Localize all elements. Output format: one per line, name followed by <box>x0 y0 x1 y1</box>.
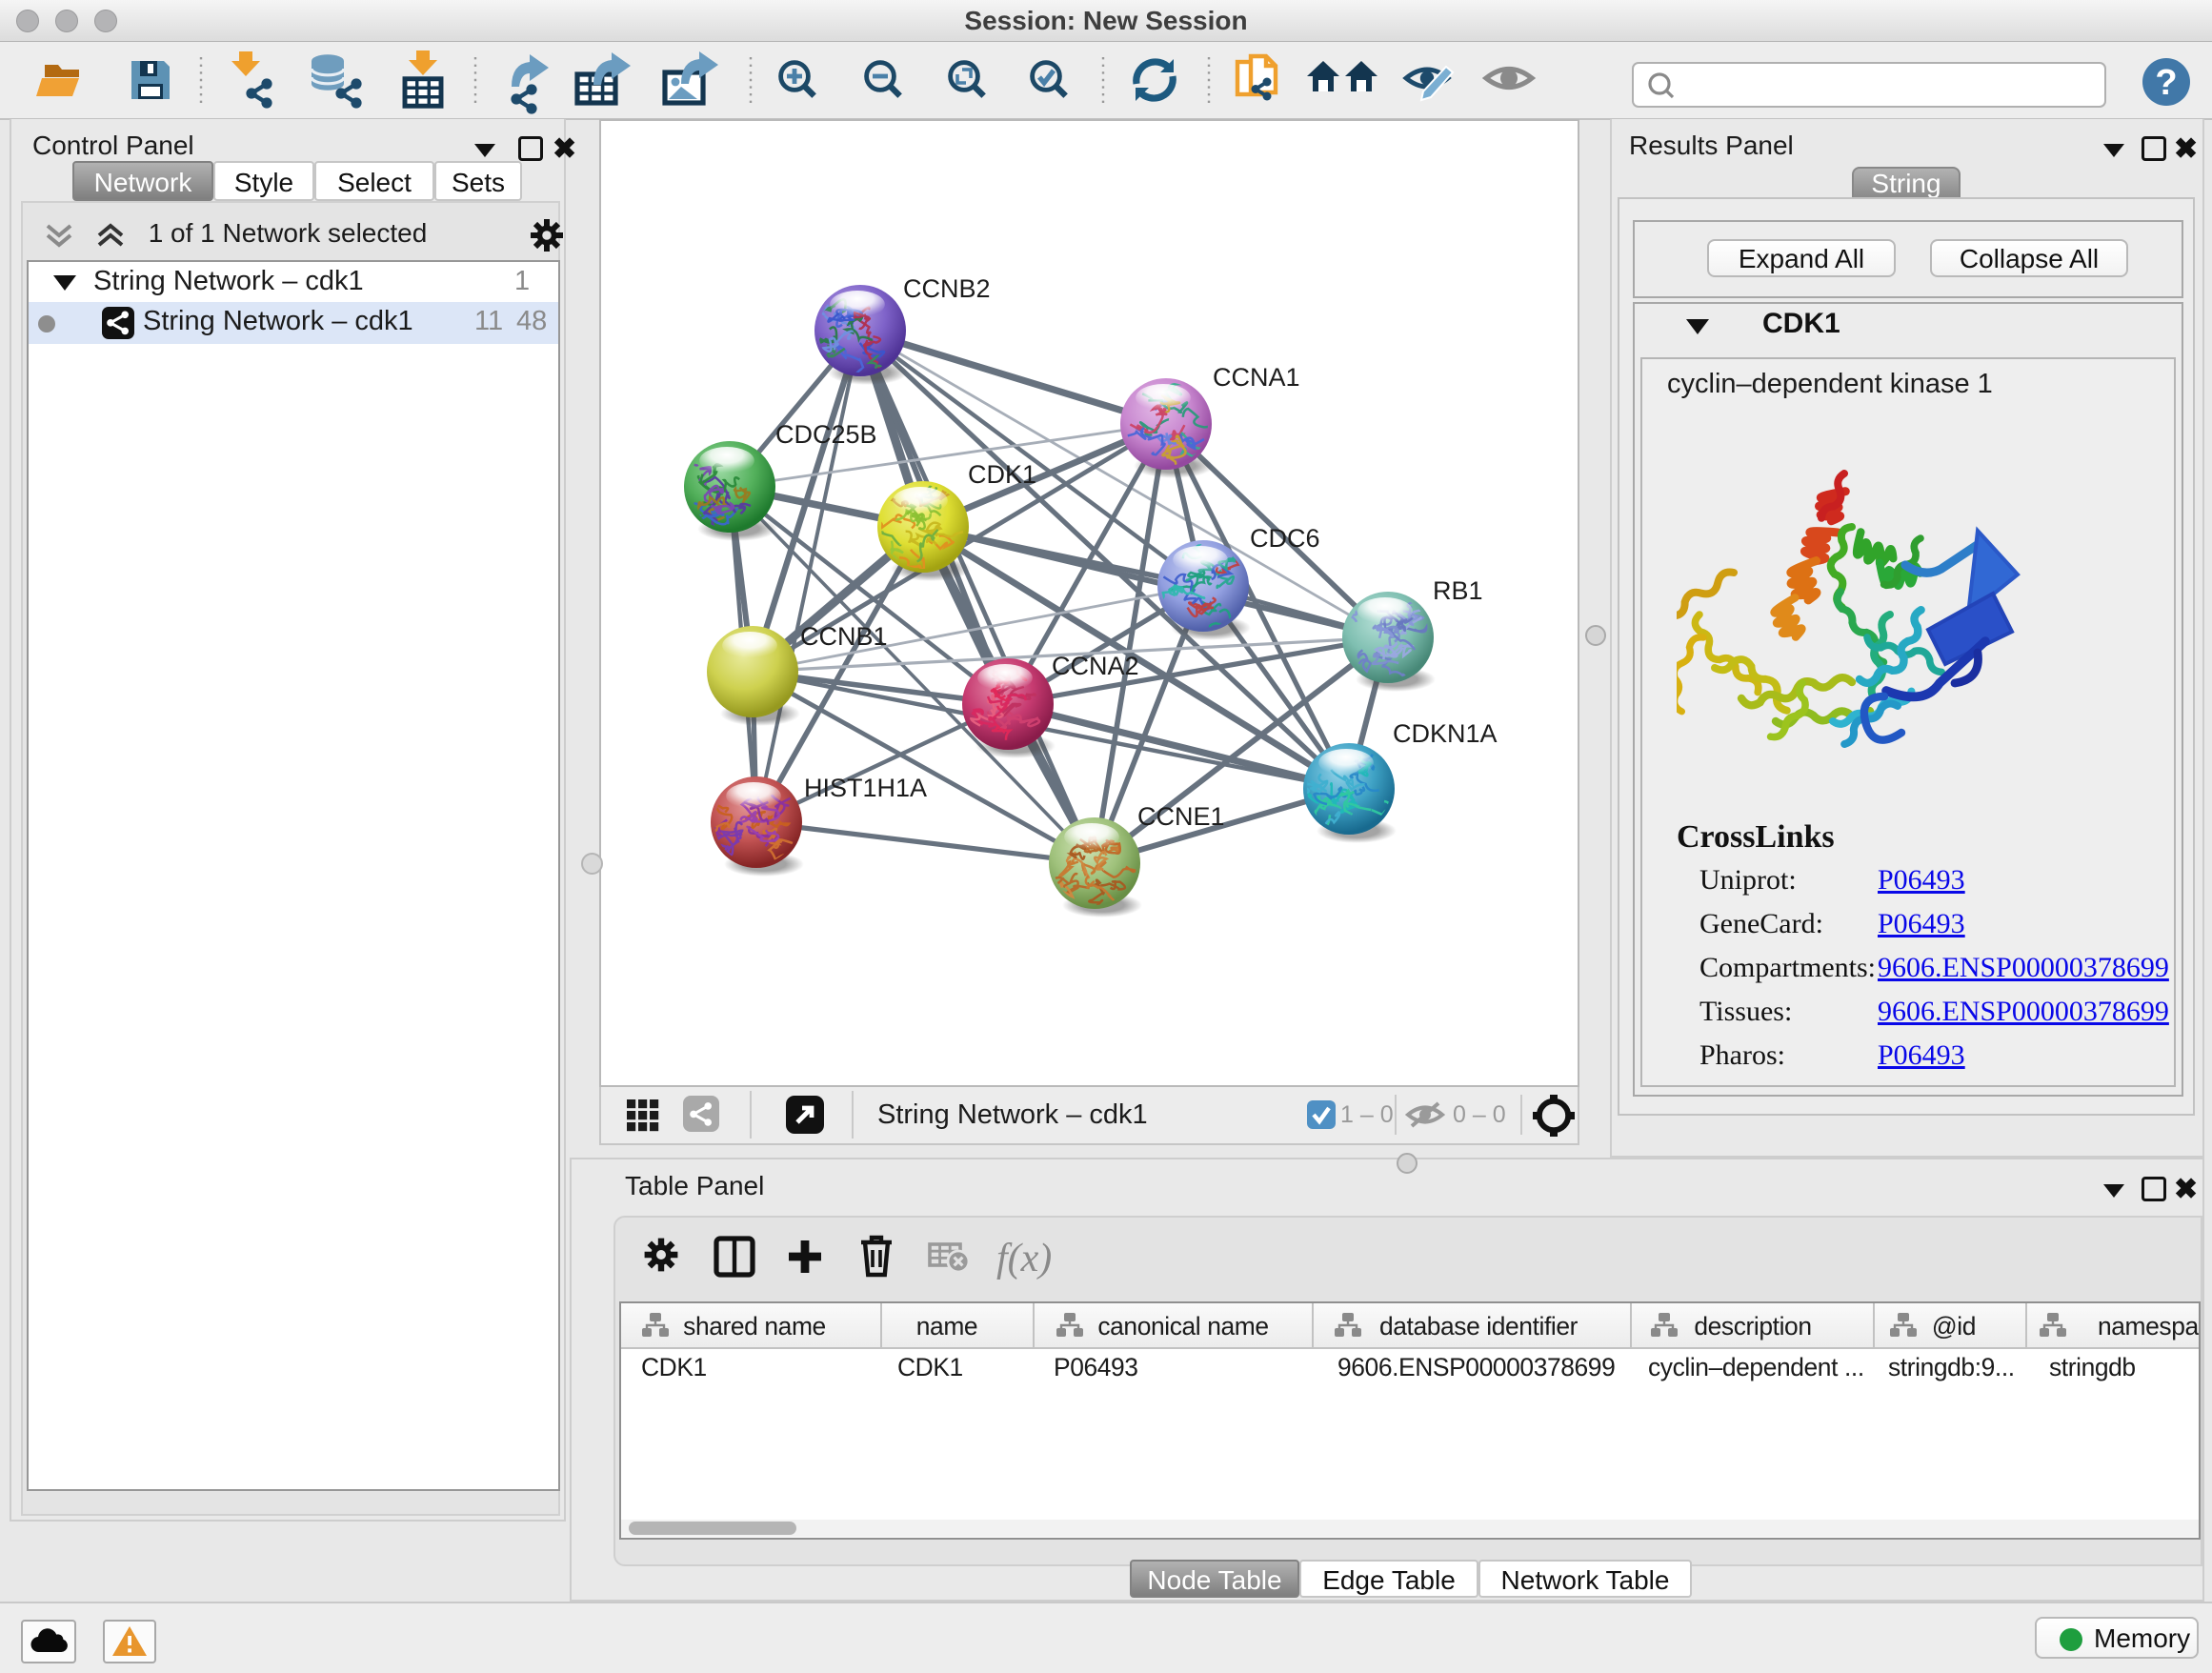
svg-text:CCNB1: CCNB1 <box>800 622 888 651</box>
svg-text:namespace: namespace <box>2098 1312 2201 1340</box>
svg-text:@id: @id <box>1932 1312 1976 1340</box>
svg-text:HIST1H1A: HIST1H1A <box>804 774 927 802</box>
svg-text:String Network – cdk1: String Network – cdk1 <box>877 1099 1148 1130</box>
svg-text:CDK1: CDK1 <box>968 460 1036 489</box>
svg-text:RB1: RB1 <box>1433 576 1483 605</box>
svg-text:shared name: shared name <box>683 1312 826 1340</box>
svg-text:1 – 0: 1 – 0 <box>1340 1101 1394 1128</box>
svg-text:CCNE1: CCNE1 <box>1137 802 1225 831</box>
svg-text:CCNB2: CCNB2 <box>903 274 991 303</box>
svg-text:CDC25B: CDC25B <box>775 420 877 449</box>
svg-text:CCNA1: CCNA1 <box>1213 363 1300 392</box>
svg-text:f(x): f(x) <box>996 1237 1052 1280</box>
svg-text:database identifier: database identifier <box>1379 1312 1579 1340</box>
svg-text:description: description <box>1694 1312 1811 1340</box>
svg-text:?: ? <box>2155 63 2177 103</box>
svg-text:0 – 0: 0 – 0 <box>1453 1101 1506 1128</box>
svg-text:CCNA2: CCNA2 <box>1052 652 1139 680</box>
svg-text:CDC6: CDC6 <box>1250 524 1320 553</box>
svg-text:canonical name: canonical name <box>1097 1312 1268 1340</box>
svg-text:name: name <box>916 1312 977 1340</box>
svg-text:CDKN1A: CDKN1A <box>1393 719 1498 748</box>
